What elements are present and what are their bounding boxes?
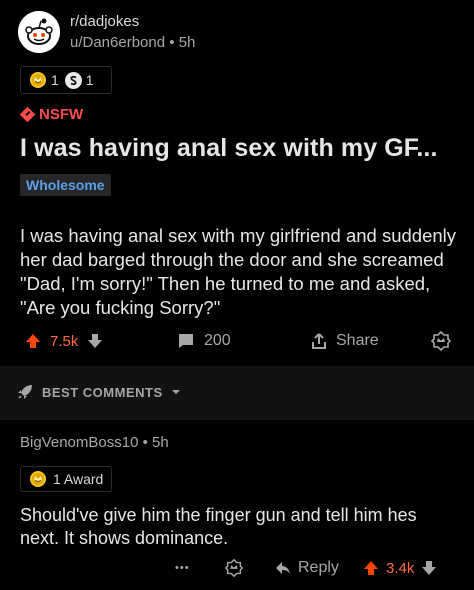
post-award-button[interactable] [430,326,452,356]
post-body: I was having anal sex with my girlfriend… [20,225,457,318]
chevron-down-icon [171,390,180,394]
downvote-icon[interactable] [86,332,104,350]
post-actions: 7.5k 200 Share [0,326,474,356]
comment-body: Should've give him the finger gun and te… [20,505,417,548]
comment-awards[interactable]: 1 Award [20,466,112,492]
sort-button[interactable]: BEST COMMENTS [16,383,181,401]
sort-label: BEST COMMENTS [42,384,163,400]
reply-label: Reply [298,559,339,576]
subreddit-avatar-icon[interactable] [18,11,60,53]
post-flair[interactable]: Wholesome [20,174,111,196]
comment-award-label: 1 Award [53,471,104,487]
award-icon [224,558,244,578]
upvote-icon[interactable] [362,559,380,577]
post-author[interactable]: u/Dan6erbond [70,34,165,51]
share-label: Share [336,332,379,349]
more-options-button[interactable]: ••• [175,554,190,582]
comment-card: BigVenomBoss10 • 5h 1 Award Should've gi… [0,420,474,590]
silver-award-icon [64,71,82,89]
rocket-icon [18,385,32,399]
reply-icon [276,562,290,574]
vote-group: 7.5k [24,326,104,356]
award-silver-count: 1 [85,72,94,88]
comment-age: 5h [152,434,169,451]
comment-award-button[interactable] [224,554,244,582]
gold-award-icon [30,471,46,487]
post-title[interactable]: I was having anal sex with my GF... [20,134,438,163]
comment-vote-count: 3.4k [386,559,415,577]
reply-button[interactable]: Reply [274,554,339,582]
post-awards[interactable]: 1 1 [20,66,112,94]
post-header-text: r/dadjokes u/Dan6erbond • 5h [70,11,195,53]
post-header: r/dadjokes u/Dan6erbond • 5h [18,10,195,54]
comment-icon [179,334,193,348]
comment-meta: BigVenomBoss10 • 5h [20,434,169,451]
downvote-icon[interactable] [420,559,438,577]
award-gold-count: 1 [51,72,59,88]
nsfw-tag: NSFW [19,106,84,123]
gold-award-icon [30,72,46,88]
comment-count: 200 [204,332,231,349]
nsfw-label: NSFW [39,106,84,123]
meta-separator: • [169,34,175,51]
meta-separator: • [142,434,148,451]
award-gold: 1 [29,71,59,89]
post-vote-count: 7.5k [50,332,79,350]
post-meta: u/Dan6erbond • 5h [70,32,195,53]
subreddit-name[interactable]: r/dadjokes [70,11,195,32]
share-icon [312,333,326,349]
nsfw-icon [19,106,36,123]
comment-vote-group: 3.4k [362,554,438,582]
post-card: r/dadjokes u/Dan6erbond • 5h 1 1 NSFW I … [0,0,474,366]
comments-button[interactable]: 200 [176,326,231,356]
share-button[interactable]: Share [310,326,379,356]
award-silver: 1 [64,71,94,89]
upvote-icon[interactable] [24,332,42,350]
comment-actions: ••• Reply 3.4k [0,554,474,582]
post-age: 5h [178,34,196,51]
award-icon [430,330,452,352]
comment-author[interactable]: BigVenomBoss10 [20,434,138,451]
